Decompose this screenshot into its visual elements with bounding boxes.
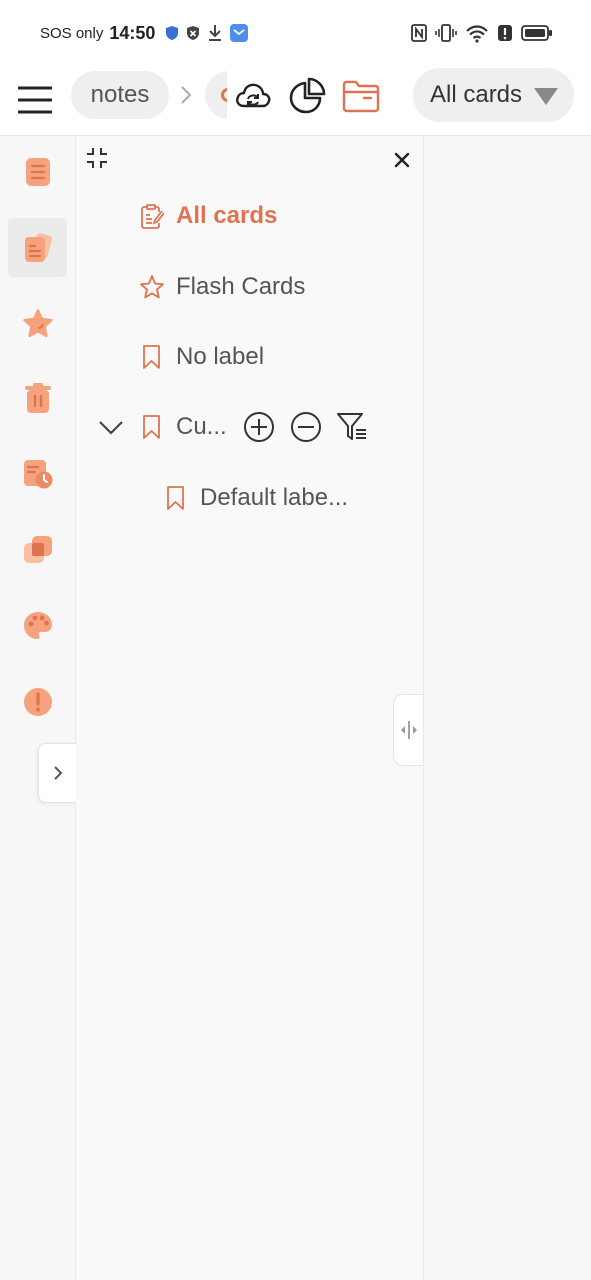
resize-handle-icon: [400, 721, 417, 739]
download-icon: [209, 25, 222, 41]
rail-notes-list[interactable]: [8, 142, 67, 201]
palette-icon: [23, 611, 52, 639]
breadcrumb-notes[interactable]: notes: [71, 71, 169, 119]
drawer-item-all-cards[interactable]: All cards: [140, 196, 277, 236]
signal-alert-icon: [498, 25, 512, 41]
status-bar: SOS only 14:50: [0, 0, 591, 66]
drawer-item-label: Default labe...: [200, 484, 349, 511]
drawer-item-label: No label: [176, 343, 265, 370]
drawer-item-label: Flash Cards: [176, 273, 306, 300]
app-notification-icon: [230, 24, 249, 42]
vibrate-icon: [435, 24, 457, 42]
shield-icon: [166, 26, 179, 40]
filter-label: All cards: [430, 81, 523, 108]
battery-icon: [521, 25, 552, 41]
collapse-icon[interactable]: [85, 146, 109, 170]
menu-icon[interactable]: [18, 83, 52, 117]
nfc-icon: [411, 24, 427, 42]
carrier-text: SOS only: [40, 24, 104, 42]
drawer-item-label: All cards: [176, 202, 278, 229]
layers-icon: [23, 535, 52, 563]
rail-layers[interactable]: [8, 520, 67, 579]
cards-icon: [24, 232, 52, 262]
chevron-right-icon: [53, 766, 62, 780]
caret-down-icon: [534, 88, 558, 105]
pie-chart-icon[interactable]: [288, 77, 326, 115]
breadcrumb-label: notes: [90, 81, 150, 108]
list-icon: [25, 157, 50, 186]
label-drawer: All cards Flash Cards No label Cu... Def…: [76, 136, 424, 1280]
trash-icon: [24, 382, 51, 413]
wifi-icon: [466, 25, 488, 43]
drawer-item-flash-cards[interactable]: Flash Cards: [140, 267, 305, 307]
rail-trash[interactable]: [8, 368, 67, 427]
card-filter-dropdown[interactable]: All cards: [413, 68, 574, 122]
bookmark-icon: [167, 486, 184, 510]
remove-label-icon[interactable]: [290, 411, 322, 443]
side-rail: [0, 136, 76, 1280]
add-label-icon[interactable]: [243, 411, 275, 443]
drawer-item-default-label[interactable]: Default labe...: [164, 478, 348, 518]
chevron-down-icon[interactable]: [98, 417, 124, 437]
rail-theme[interactable]: [8, 596, 67, 655]
breadcrumb-next[interactable]: [205, 71, 229, 119]
rail-about[interactable]: [8, 672, 67, 731]
bookmark-icon: [143, 345, 160, 369]
drawer-item-label: Cu...: [176, 413, 227, 440]
history-icon: [23, 459, 52, 488]
alert-icon: [23, 687, 52, 716]
star-outline-icon: [140, 275, 164, 299]
app-toolbar: notes All cards: [0, 66, 591, 136]
panel-resize-handle[interactable]: [393, 694, 423, 766]
card-list-area: [424, 136, 591, 1280]
vpn-icon: [187, 26, 200, 40]
folder-icon[interactable]: [342, 77, 380, 115]
bookmark-icon: [143, 415, 160, 439]
cloud-sync-icon[interactable]: [234, 77, 272, 115]
rail-favorites[interactable]: [8, 294, 67, 353]
chevron-right-icon: [181, 86, 192, 104]
drawer-item-no-label[interactable]: No label: [140, 337, 264, 377]
close-icon[interactable]: [392, 150, 412, 170]
clock-text: 14:50: [109, 22, 156, 43]
rail-expand-button[interactable]: [38, 743, 76, 803]
clipboard-icon: [141, 204, 164, 229]
rail-history[interactable]: [8, 444, 67, 503]
drawer-item-custom-group[interactable]: Cu...: [140, 407, 227, 447]
filter-icon[interactable]: [336, 411, 368, 443]
rail-cards[interactable]: [8, 218, 67, 277]
star-icon: [22, 308, 53, 337]
